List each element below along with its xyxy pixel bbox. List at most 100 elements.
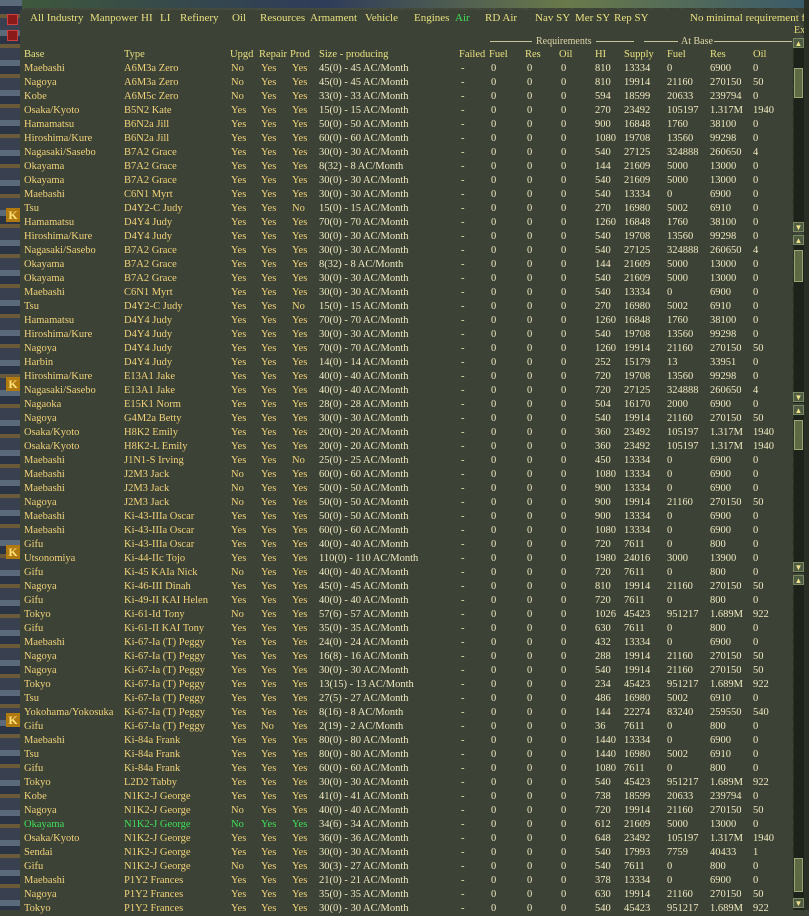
table-row[interactable]: Gifu Ki-61-II KAI Tony Yes Yes Yes 35(0) - 35… [20, 622, 792, 636]
filter-armament[interactable]: Armament [310, 11, 357, 25]
scroll-down-icon[interactable]: ▼ [793, 562, 804, 572]
table-row[interactable]: Hiroshima/Kure E13A1 Jake Yes Yes Yes 40(0) -… [20, 370, 792, 384]
table-row[interactable]: Okayama B7A2 Grace Yes Yes Yes 30(0) - 30 AC/… [20, 174, 792, 188]
col-repair[interactable]: Repair [259, 48, 287, 62]
table-row[interactable]: Maebashi C6N1 Myrt Yes Yes Yes 30(0) - 30 AC/… [20, 286, 792, 300]
scroll-up-icon[interactable]: ▲ [793, 235, 804, 245]
scroll-down-icon[interactable]: ▼ [793, 392, 804, 402]
table-row[interactable]: Gifu Ki-67-Ia (T) Peggy Yes No Yes 2(19) - 2 … [20, 720, 792, 734]
close-icon[interactable] [7, 30, 18, 41]
table-row[interactable]: Gifu Ki-84a Frank Yes Yes Yes 60(0) - 60 AC/M… [20, 762, 792, 776]
table-row[interactable]: Maebashi J1N1-S Irving Yes Yes No 25(0) - 25 … [20, 454, 792, 468]
table-row[interactable]: Tsu D4Y2-C Judy Yes Yes No 15(0) - 15 AC/Mont… [20, 300, 792, 314]
filter-vehicle[interactable]: Vehicle [365, 11, 398, 25]
filter-engines[interactable]: Engines [414, 11, 449, 25]
table-row[interactable]: Nagoya P1Y2 Frances Yes Yes Yes 35(0) - 35 AC… [20, 888, 792, 902]
col-hi[interactable]: HI [595, 48, 606, 62]
table-row[interactable]: Osaka/Kyoto H8K2 Emily Yes Yes Yes 20(0) - 20… [20, 426, 792, 440]
filter-refinery[interactable]: Refinery [180, 11, 218, 25]
table-row[interactable]: Nagasaki/Sasebo B7A2 Grace Yes Yes Yes 30(0) … [20, 244, 792, 258]
table-row[interactable]: Gifu Ki-49-II KAI Helen Yes Yes Yes 40(0) - 4… [20, 594, 792, 608]
col-base-fuel[interactable]: Fuel [667, 48, 686, 62]
table-row[interactable]: Gifu N1K2-J George No Yes Yes 30(3) - 27 AC/M… [20, 860, 792, 874]
filter-rd-air[interactable]: RD Air [485, 11, 517, 25]
table-row[interactable]: Yokohama/Yokosuka Ki-67-Ia (T) Peggy Yes Ye… [20, 706, 792, 720]
table-row[interactable]: Nagaoka E15K1 Norm Yes Yes Yes 28(0) - 28 AC/… [20, 398, 792, 412]
table-row[interactable]: Hamamatsu B6N2a Jill Yes Yes Yes 50(0) - 50 A… [20, 118, 792, 132]
table-row[interactable]: Osaka/Kyoto H8K2-L Emily Yes Yes Yes 20(0) - … [20, 440, 792, 454]
scroll-down-icon[interactable]: ▼ [793, 898, 804, 908]
col-supply[interactable]: Supply [624, 48, 654, 62]
table-row[interactable]: Nagoya D4Y4 Judy Yes Yes Yes 70(0) - 70 AC/Mo… [20, 342, 792, 356]
k-badge-icon[interactable]: K [6, 208, 20, 222]
filter-li[interactable]: LI [160, 11, 170, 25]
table-row[interactable]: Hamamatsu D4Y4 Judy Yes Yes Yes 70(0) - 70 AC… [20, 314, 792, 328]
col-req-res[interactable]: Res [525, 48, 541, 62]
table-row[interactable]: Nagasaki/Sasebo B7A2 Grace Yes Yes Yes 30(0) … [20, 146, 792, 160]
col-size-producing[interactable]: Size - producing [319, 48, 388, 62]
scroll-up-icon[interactable]: ▲ [793, 405, 804, 415]
filter-rep-sy[interactable]: Rep SY [614, 11, 649, 25]
table-row[interactable]: Maebashi A6M3a Zero No Yes Yes 45(0) - 45 AC/… [20, 62, 792, 76]
table-row[interactable]: Tokyo L2D2 Tabby Yes Yes Yes 30(0) - 30 AC/Mo… [20, 776, 792, 790]
table-row[interactable]: Osaka/Kyoto N1K2-J George Yes Yes Yes 36(0) -… [20, 832, 792, 846]
filter-manpower[interactable]: Manpower [90, 11, 138, 25]
table-row[interactable]: Nagoya Ki-67-Ia (T) Peggy Yes Yes Yes 30(0) -… [20, 664, 792, 678]
scrollbar-1-thumb[interactable] [794, 68, 803, 98]
k-badge-icon[interactable]: K [6, 713, 20, 727]
filter-hi[interactable]: HI [141, 11, 153, 25]
table-row[interactable]: Maebashi Ki-43-IIIa Oscar Yes Yes Yes 50(0) -… [20, 510, 792, 524]
col-base-res[interactable]: Res [710, 48, 726, 62]
scrollbar-3-thumb[interactable] [794, 420, 803, 450]
table-row[interactable]: Maebashi Ki-67-Ia (T) Peggy Yes Yes Yes 24(0)… [20, 636, 792, 650]
close-icon[interactable] [7, 14, 18, 25]
table-row[interactable]: Maebashi Ki-43-IIIa Oscar Yes Yes Yes 60(0) -… [20, 524, 792, 538]
table-row[interactable]: Nagoya G4M2a Betty Yes Yes Yes 30(0) - 30 AC/… [20, 412, 792, 426]
table-row[interactable]: Okayama B7A2 Grace Yes Yes Yes 8(32) - 8 AC/M… [20, 160, 792, 174]
table-row[interactable]: Tsu Ki-67-Ia (T) Peggy Yes Yes Yes 27(5) - 27… [20, 692, 792, 706]
col-req-fuel[interactable]: Fuel [489, 48, 508, 62]
filter-mer-sy[interactable]: Mer SY [575, 11, 610, 25]
scroll-down-icon[interactable]: ▼ [793, 222, 804, 232]
k-badge-icon[interactable]: K [6, 545, 20, 559]
scrollbar-4-thumb[interactable] [794, 858, 803, 892]
table-row[interactable]: Hamamatsu D4Y4 Judy Yes Yes Yes 70(0) - 70 AC… [20, 216, 792, 230]
table-row[interactable]: Osaka/Kyoto B5N2 Kate Yes Yes Yes 15(0) - 15 … [20, 104, 792, 118]
table-row[interactable]: Nagoya Ki-46-III Dinah Yes Yes Yes 45(0) - 45… [20, 580, 792, 594]
table-row[interactable]: Sendai N1K2-J George Yes Yes Yes 30(0) - 30 A… [20, 846, 792, 860]
table-row[interactable]: Maebashi P1Y2 Frances Yes Yes Yes 21(0) - 21 … [20, 874, 792, 888]
table-row[interactable]: Tokyo Ki-61-Id Tony No Yes Yes 57(6) - 57 AC/… [20, 608, 792, 622]
col-failed[interactable]: Failed [459, 48, 485, 62]
table-row[interactable]: Maebashi C6N1 Myrt Yes Yes Yes 30(0) - 30 AC/… [20, 188, 792, 202]
col-prod[interactable]: Prod [290, 48, 310, 62]
table-row[interactable]: Maebashi Ki-84a Frank Yes Yes Yes 80(0) - 80 … [20, 734, 792, 748]
table-row[interactable]: Tokyo Ki-67-Ia (T) Peggy Yes Yes Yes 13(15) -… [20, 678, 792, 692]
table-row[interactable]: Nagoya A6M3a Zero No Yes Yes 45(0) - 45 AC/Mo… [20, 76, 792, 90]
table-row[interactable]: Nagoya N1K2-J George No Yes Yes 40(0) - 40 AC… [20, 804, 792, 818]
col-req-oil[interactable]: Oil [559, 48, 572, 62]
scrollbar-2-thumb[interactable] [794, 250, 803, 282]
table-row[interactable]: Okayama B7A2 Grace Yes Yes Yes 8(32) - 8 AC/M… [20, 258, 792, 272]
col-type[interactable]: Type [124, 48, 145, 62]
table-row[interactable]: Maebashi J2M3 Jack No Yes Yes 60(0) - 60 AC/M… [20, 468, 792, 482]
table-row[interactable]: Harbin D4Y4 Judy Yes Yes Yes 14(0) - 14 AC/Mo… [20, 356, 792, 370]
filter-all-industry[interactable]: All Industry [30, 11, 83, 25]
table-row[interactable]: Hiroshima/Kure B6N2a Jill Yes Yes Yes 60(0) -… [20, 132, 792, 146]
table-row[interactable]: Nagoya Ki-67-Ia (T) Peggy Yes Yes Yes 16(8) -… [20, 650, 792, 664]
table-row[interactable]: Utsonomiya Ki-44-IIc Tojo Yes Yes Yes 110(0) … [20, 552, 792, 566]
scroll-up-icon[interactable]: ▲ [793, 38, 804, 48]
k-badge-icon[interactable]: K [6, 377, 20, 391]
col-upgd[interactable]: Upgd [230, 48, 253, 62]
table-row[interactable]: Tokyo P1Y2 Frances Yes Yes Yes 30(0) - 30 AC/… [20, 902, 792, 916]
table-row[interactable]: Tsu Ki-84a Frank Yes Yes Yes 80(0) - 80 AC/Mo… [20, 748, 792, 762]
table-row[interactable]: Nagasaki/Sasebo E13A1 Jake Yes Yes Yes 40(0) … [20, 384, 792, 398]
filter-no-minimal-requirement[interactable]: No minimal requirement fil [690, 11, 809, 25]
table-row[interactable]: Nagoya J2M3 Jack No Yes Yes 50(0) - 50 AC/Mon… [20, 496, 792, 510]
filter-nav-sy[interactable]: Nav SY [535, 11, 570, 25]
col-base[interactable]: Base [24, 48, 44, 62]
filter-resources[interactable]: Resources [260, 11, 305, 25]
table-row[interactable]: Tsu D4Y2-C Judy Yes Yes No 15(0) - 15 AC/Mont… [20, 202, 792, 216]
table-row[interactable]: Kobe N1K2-J George Yes Yes Yes 41(0) - 41 AC/… [20, 790, 792, 804]
filter-oil[interactable]: Oil [232, 11, 246, 25]
table-row[interactable]: Kobe A6M5c Zero No Yes Yes 33(0) - 33 AC/Mont… [20, 90, 792, 104]
